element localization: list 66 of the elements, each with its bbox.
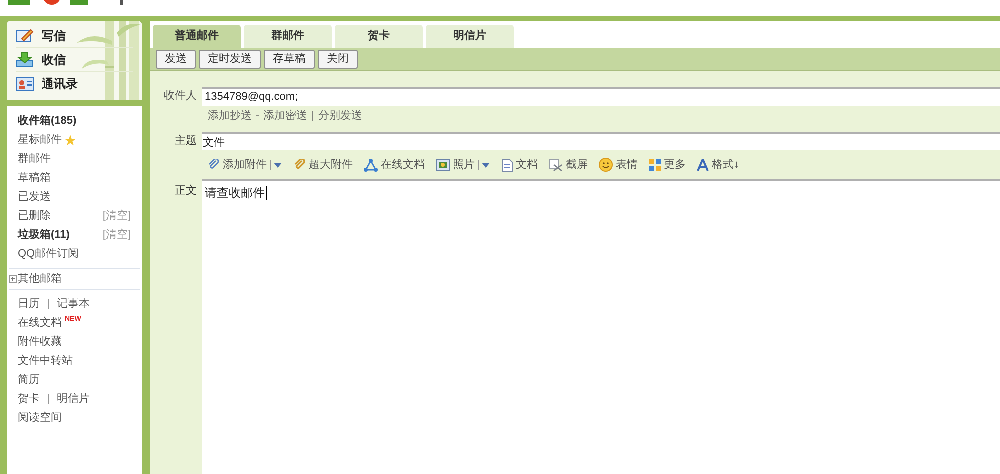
folder-link[interactable]: 星标邮件 xyxy=(18,132,62,149)
tool-link[interactable]: 日历 xyxy=(18,296,40,313)
caret-icon[interactable] xyxy=(478,160,491,170)
tool-link[interactable]: 文件中转站 xyxy=(18,353,73,370)
folder-link[interactable]: 已发送 xyxy=(18,189,51,206)
quick-link[interactable]: 通讯录 xyxy=(42,75,78,93)
tool-link[interactable]: 在线文档 xyxy=(18,315,62,332)
separator: - xyxy=(256,108,260,124)
folder-link[interactable]: 群邮件 xyxy=(18,151,51,168)
recipient-field[interactable]: 1354789@qq.com; xyxy=(202,86,1000,106)
editor-tool[interactable]: 格式↓ xyxy=(712,156,740,174)
separator: | xyxy=(312,108,315,124)
paperclip-icon xyxy=(208,159,220,171)
toolbar-button[interactable]: 存草稿 xyxy=(264,50,315,68)
separator: | xyxy=(47,297,50,312)
folder-link[interactable]: 收件箱(185) xyxy=(18,113,77,130)
caret-icon[interactable] xyxy=(270,160,283,170)
editor-tool[interactable]: 表情 xyxy=(616,156,638,174)
editor-tool[interactable]: 更多 xyxy=(664,156,686,174)
tab[interactable]: 群邮件 xyxy=(244,25,332,48)
folder-link[interactable]: 垃圾箱(11) xyxy=(18,227,70,244)
recipient-link[interactable]: 添加抄送 xyxy=(208,108,252,124)
contact-card-icon xyxy=(16,77,34,91)
editor-tool[interactable]: 文档 xyxy=(516,156,538,174)
quick-link[interactable]: 收信 xyxy=(42,50,66,68)
field-label: 收件人 xyxy=(163,88,198,104)
expand-icon[interactable] xyxy=(9,275,17,283)
field-label: 正文 xyxy=(174,184,198,199)
tool-link[interactable]: 简历 xyxy=(18,372,40,389)
editor-tool[interactable]: 截屏 xyxy=(566,156,588,174)
tool-link[interactable]: 明信片 xyxy=(56,391,90,408)
pencil-icon xyxy=(16,28,34,44)
toolbar-button[interactable]: 关闭 xyxy=(318,50,358,68)
editor-tool[interactable]: 添加附件 xyxy=(223,156,267,174)
toolbar-button[interactable]: 发送 xyxy=(156,50,196,68)
tool-link[interactable]: 贺卡 xyxy=(18,391,40,408)
editor-tool[interactable]: 在线文档 xyxy=(381,156,425,174)
paperclip-icon xyxy=(294,159,306,171)
photo-icon xyxy=(436,159,450,171)
folder-link[interactable]: 草稿箱 xyxy=(18,170,51,187)
separator: | xyxy=(47,392,50,408)
tool-link[interactable]: 附件收藏 xyxy=(18,334,62,351)
body-editor[interactable]: 请查收邮件 xyxy=(202,179,1000,474)
toolbar-button[interactable]: 定时发送 xyxy=(199,50,261,68)
folder-link[interactable]: QQ邮件订阅 xyxy=(18,246,80,263)
letter-a-icon xyxy=(697,159,709,171)
inbox-icon xyxy=(16,52,34,68)
tab[interactable]: 普通邮件 xyxy=(153,25,241,48)
tab[interactable]: 明信片 xyxy=(426,25,514,48)
grid-icon xyxy=(649,159,661,171)
editor-tool[interactable]: 照片 xyxy=(453,156,475,174)
tab[interactable]: 贺卡 xyxy=(335,25,423,48)
recipient-link[interactable]: 分别发送 xyxy=(318,108,363,124)
document-icon xyxy=(502,158,513,172)
folder-link[interactable]: 已删除 xyxy=(18,208,51,225)
field-label: 主题 xyxy=(174,134,198,149)
subject-field[interactable]: 文件 xyxy=(202,132,1000,150)
smiley-icon xyxy=(599,158,613,172)
editor-tool[interactable]: 超大附件 xyxy=(309,156,353,174)
scissors-icon xyxy=(549,158,563,172)
recipient-link[interactable]: 添加密送 xyxy=(264,108,308,124)
share-nodes-icon xyxy=(364,158,378,172)
quick-link[interactable]: 写信 xyxy=(42,26,66,44)
tool-link[interactable]: 阅读空间 xyxy=(18,410,62,427)
tool-link[interactable]: 记事本 xyxy=(56,296,90,313)
other-mailboxes-link[interactable]: 其他邮箱 xyxy=(18,270,62,288)
